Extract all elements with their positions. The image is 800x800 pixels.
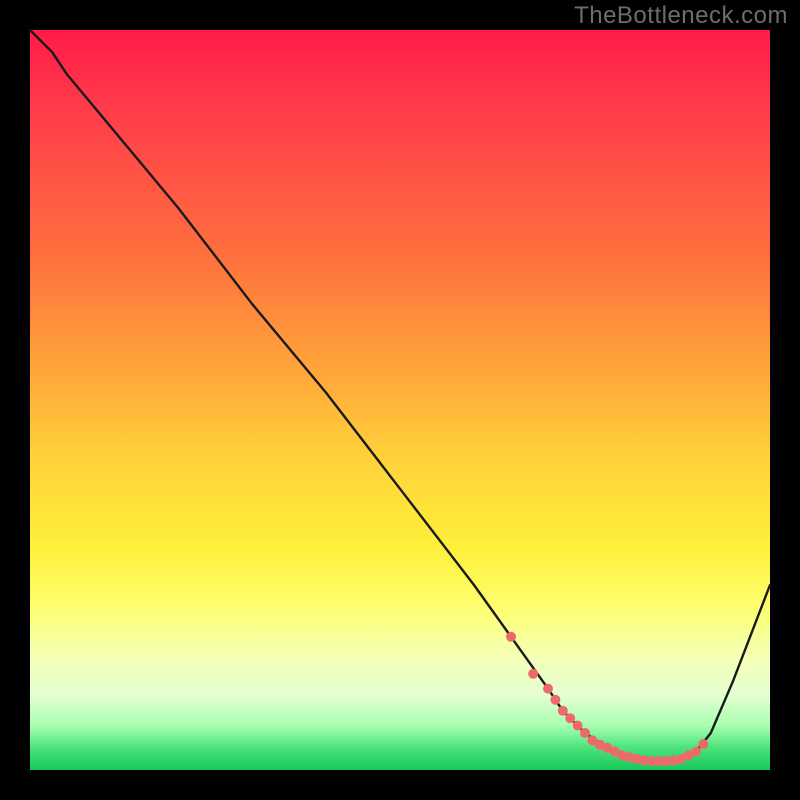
dot xyxy=(691,747,701,757)
dot xyxy=(698,739,708,749)
dot xyxy=(565,713,575,723)
chart-stage: TheBottleneck.com xyxy=(0,0,800,800)
curve-layer xyxy=(30,30,770,770)
dot xyxy=(580,728,590,738)
dot xyxy=(543,684,553,694)
watermark-text: TheBottleneck.com xyxy=(574,2,788,30)
plot-area xyxy=(30,30,770,770)
bottleneck-curve xyxy=(30,30,770,761)
dot xyxy=(506,632,516,642)
dot xyxy=(550,695,560,705)
dot xyxy=(573,721,583,731)
optimal-region-dots xyxy=(506,632,708,766)
dot xyxy=(558,706,568,716)
dot xyxy=(528,669,538,679)
